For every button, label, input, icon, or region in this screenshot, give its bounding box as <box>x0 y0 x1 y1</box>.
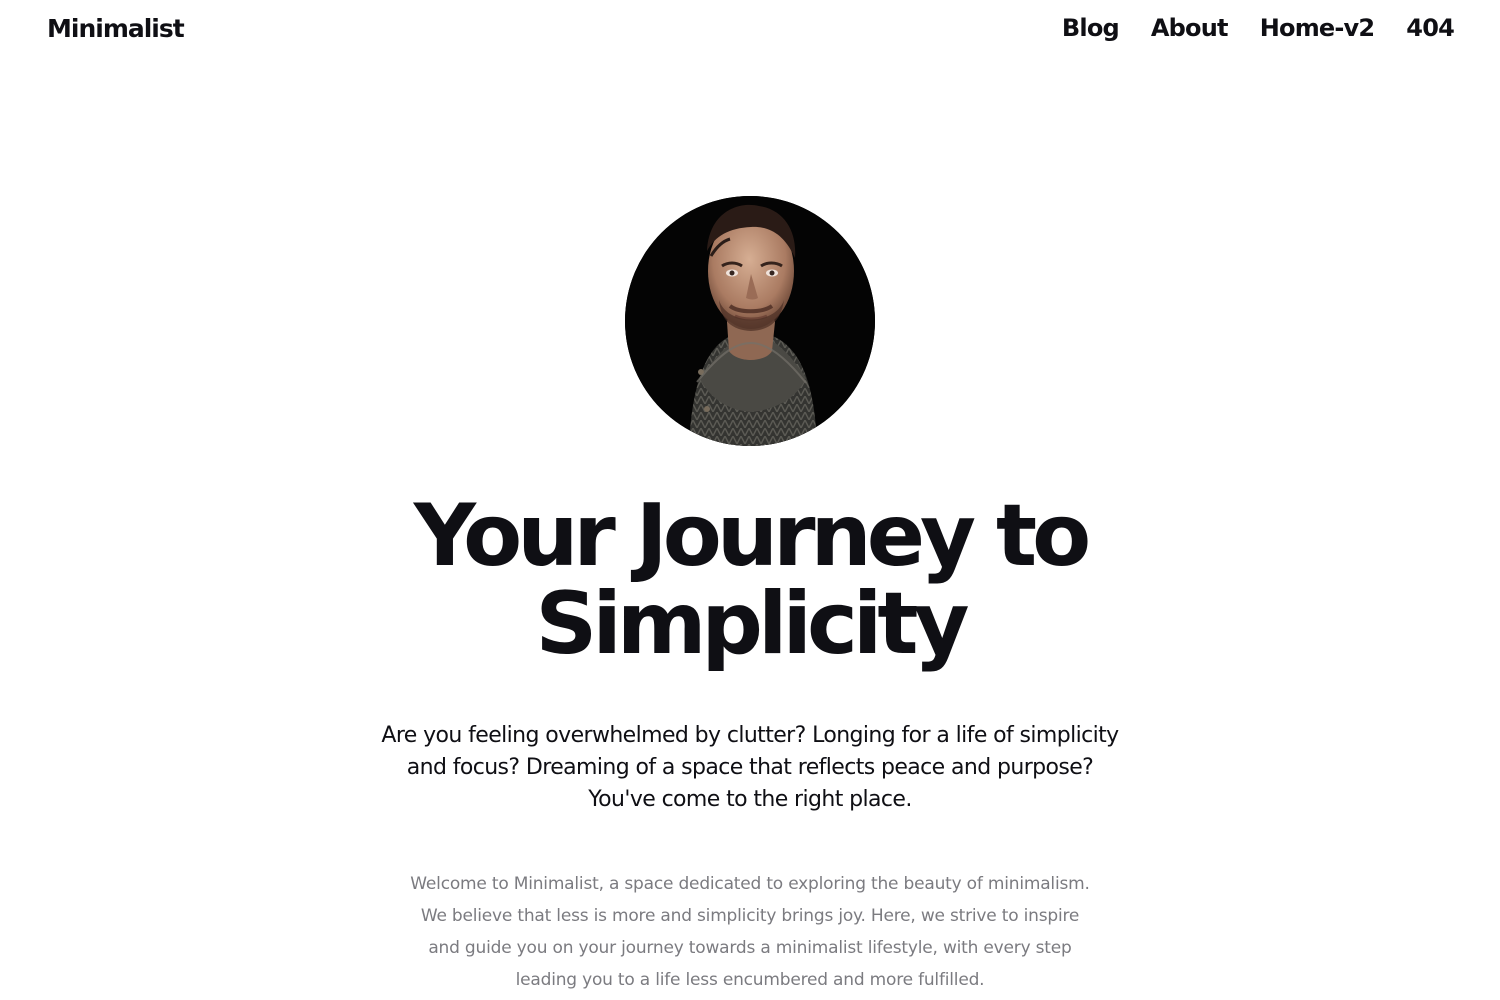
brand-logo-link[interactable]: Minimalist <box>47 14 185 43</box>
nav-link-404[interactable]: 404 <box>1406 14 1454 42</box>
main-nav: Blog About Home-v2 404 <box>1062 14 1455 42</box>
hero-lead-text: Are you feeling overwhelmed by clutter? … <box>381 723 1119 812</box>
author-avatar <box>625 196 875 446</box>
nav-link-home-v2[interactable]: Home-v2 <box>1260 14 1375 42</box>
hero-title: Your Journey to Simplicity <box>300 492 1200 668</box>
nav-link-about[interactable]: About <box>1151 14 1229 42</box>
page: Minimalist Blog About Home-v2 404 Your J… <box>0 0 1500 1000</box>
portrait-image <box>625 196 875 446</box>
hero-title-line-2: Simplicity <box>535 574 969 674</box>
top-navigation-bar: Minimalist Blog About Home-v2 404 <box>0 0 1500 62</box>
hero-body-text: Welcome to Minimalist, a space dedicated… <box>410 874 1090 990</box>
hero-title-line-1: Your Journey to <box>413 486 1092 586</box>
nav-link-blog[interactable]: Blog <box>1062 14 1120 42</box>
